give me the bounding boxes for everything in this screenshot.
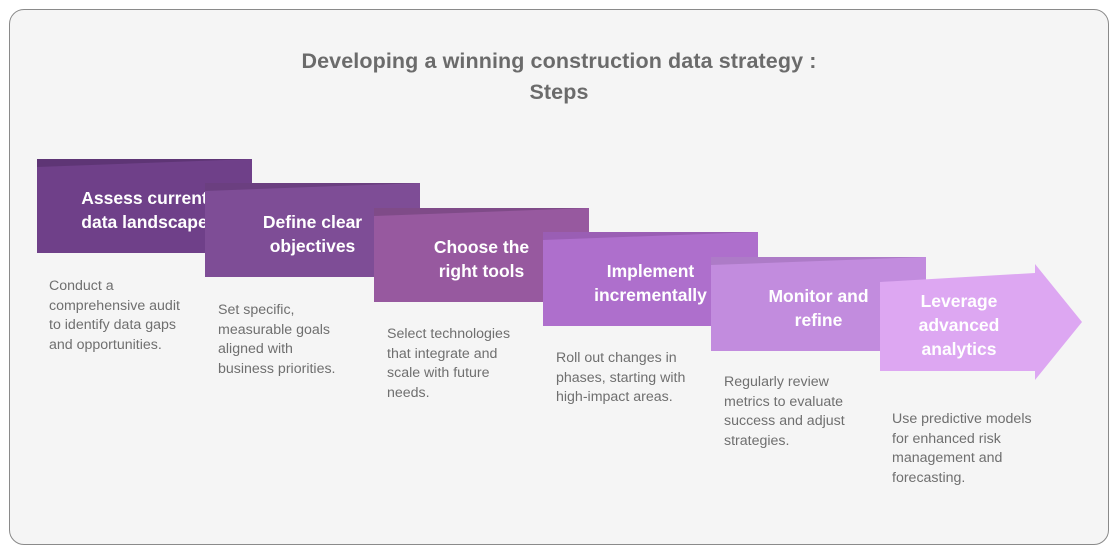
process-steps-container: Assess current data landscape Conduct a …	[0, 0, 1118, 554]
step-6-description: Use predictive models for enhanced risk …	[892, 411, 1032, 486]
step-6-label: Leverage advanced analytics	[918, 291, 1000, 359]
step-1-description: Conduct a comprehensive audit to identif…	[49, 278, 180, 353]
step-2-description: Set specific, measurable goals aligned w…	[218, 302, 336, 377]
infographic-canvas: Developing a winning construction data s…	[0, 0, 1118, 554]
step-4-description: Roll out changes in phases, starting wit…	[556, 350, 686, 406]
step-5-description: Regularly review metrics to evaluate suc…	[724, 374, 845, 449]
step-3-description: Select technologies that integrate and s…	[387, 326, 511, 401]
